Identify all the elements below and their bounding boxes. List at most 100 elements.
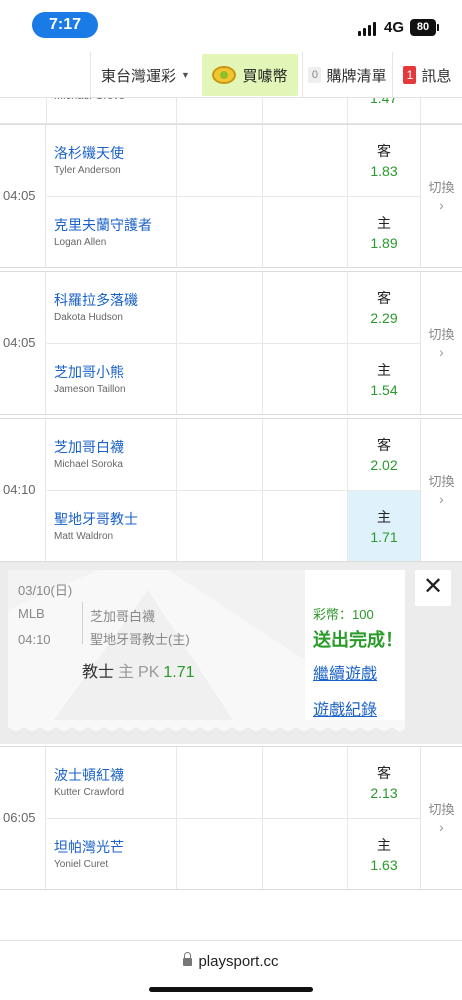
game-card: 04:05 科羅拉多落磯 Dakota Hudson 客 2.29 芝加哥小熊 … [0, 271, 462, 415]
continue-game-link[interactable]: 繼續遊戲 [313, 660, 377, 684]
buy-coins-button[interactable]: 買噱幣 [202, 54, 298, 96]
odds-side: 主 [377, 837, 391, 853]
pick-team: 教士 [82, 664, 115, 681]
caret-down-icon: ▼ [181, 70, 190, 80]
team-row-home: 坦帕灣光芒 Yoniel Curet 主 1.63 [47, 818, 420, 889]
previous-game-row: Michael Grove 1.47 [0, 90, 462, 124]
pitcher-name: Tyler Anderson [54, 165, 121, 176]
team-name[interactable]: 芝加哥小熊 [54, 362, 124, 382]
chevron-right-icon: › [439, 344, 444, 360]
odds-button[interactable]: 客 2.13 [348, 747, 420, 818]
odds-value: 2.29 [370, 310, 398, 326]
url-display[interactable]: playsport.cc [0, 952, 462, 970]
url-text: playsport.cc [198, 953, 279, 970]
pitcher-name: Logan Allen [54, 237, 107, 248]
odds-side: 客 [377, 437, 391, 453]
odds-side: 主 [377, 509, 391, 525]
odds-value: 1.83 [370, 163, 398, 179]
cart-count-badge: 0 [308, 67, 322, 83]
team-name[interactable]: 克里夫蘭守護者 [54, 215, 152, 235]
pick-type: PK [138, 664, 160, 681]
odds-button[interactable]: 客 2.29 [348, 272, 420, 343]
switch-button[interactable]: 切換 › [420, 272, 462, 414]
games-list[interactable]: Michael Grove 1.47 04:05 洛杉磯天使 Tyler And… [0, 52, 462, 942]
chevron-right-icon: › [439, 819, 444, 835]
messages-button[interactable]: 1 訊息 [392, 52, 462, 98]
switch-label: 切換 [428, 180, 455, 195]
odds-button[interactable]: 主 1.54 [348, 344, 420, 414]
chevron-right-icon: › [439, 197, 444, 213]
bet-league: MLB [18, 606, 45, 621]
odds-value: 1.71 [370, 529, 398, 545]
switch-label: 切換 [428, 327, 455, 342]
odds-value: 2.13 [370, 785, 398, 801]
team-name[interactable]: 坦帕灣光芒 [54, 837, 124, 857]
home-indicator[interactable] [149, 987, 313, 992]
switch-label: 切換 [428, 474, 455, 489]
odds-side: 客 [377, 765, 391, 781]
team-row-home: 聖地牙哥教士 Matt Waldron 主 1.71 [47, 490, 420, 561]
pitcher-name: Yoniel Curet [54, 859, 109, 870]
pitcher-name: Dakota Hudson [54, 312, 123, 323]
coin-icon [212, 66, 237, 84]
pitcher-name: Michael Soroka [54, 459, 123, 470]
game-time-cell: 06:05 [0, 747, 46, 889]
odds-side: 主 [377, 215, 391, 231]
team-row-away: 科羅拉多落磯 Dakota Hudson 客 2.29 [47, 272, 420, 343]
game-history-link[interactable]: 遊戲紀錄 [313, 696, 377, 720]
game-time: 04:05 [3, 335, 36, 350]
switch-label: 切換 [428, 802, 455, 817]
team-name[interactable]: 洛杉磯天使 [54, 143, 124, 163]
region-dropdown[interactable]: 東台灣運彩 ▼ [90, 52, 200, 98]
game-time-cell: 04:05 [0, 125, 46, 267]
odds-button[interactable]: 客 1.83 [348, 125, 420, 196]
bet-time: 04:10 [18, 632, 51, 647]
team-row-home: 克里夫蘭守護者 Logan Allen 主 1.89 [47, 196, 420, 267]
team-name[interactable]: 波士頓紅襪 [54, 765, 124, 785]
game-time: 04:05 [3, 188, 36, 203]
odds-button[interactable]: 客 2.02 [348, 419, 420, 490]
switch-button[interactable]: 切換 › [420, 419, 462, 561]
ticket-torn-edge [8, 720, 405, 732]
odds-button[interactable]: 主 1.89 [348, 197, 420, 267]
team-row-away: 芝加哥白襪 Michael Soroka 客 2.02 [47, 419, 420, 490]
game-time: 06:05 [3, 810, 36, 825]
odds-value: 1.63 [370, 857, 398, 873]
game-time-cell: 04:10 [0, 419, 46, 561]
odds-value: 1.89 [370, 235, 398, 251]
bet-away-team: 芝加哥白襪 [90, 609, 156, 624]
odds-value: 1.54 [370, 382, 398, 398]
odds-button[interactable]: 主 1.63 [348, 819, 420, 889]
odds-button-selected[interactable]: 主 1.71 [348, 491, 420, 561]
signal-icon [358, 22, 378, 36]
team-row-home: 芝加哥小熊 Jameson Taillon 主 1.54 [47, 343, 420, 414]
status-time: 7:17 [32, 12, 98, 38]
pitcher-name: Kutter Crawford [54, 787, 125, 798]
switch-button[interactable]: 切換 › [420, 125, 462, 267]
status-bar: 7:17 4G 80 [0, 0, 462, 52]
bet-confirmation-panel: 03/10(日) MLB 04:10 芝加哥白襪 聖地牙哥教士(主) 教士主 PK… [0, 562, 462, 744]
game-card: 04:05 洛杉磯天使 Tyler Anderson 客 1.83 克里夫蘭守護… [0, 124, 462, 268]
submit-status: 送出完成！ [313, 630, 403, 650]
region-label: 東台灣運彩 [101, 67, 177, 85]
browser-url-bar[interactable]: playsport.cc [0, 940, 462, 1000]
chevron-right-icon: › [439, 491, 444, 507]
messages-count-badge: 1 [403, 66, 417, 84]
team-name[interactable]: 科羅拉多落磯 [54, 290, 138, 310]
game-card: 04:10 芝加哥白襪 Michael Soroka 客 2.02 聖地牙哥教士… [0, 418, 462, 562]
switch-button[interactable]: 切換 › [420, 747, 462, 889]
game-time-cell: 04:05 [0, 272, 46, 414]
buy-coins-label: 買噱幣 [242, 67, 288, 85]
odds-value: 2.02 [370, 457, 398, 473]
odds-side: 客 [377, 290, 391, 306]
bet-pick: 教士主 PK 1.71 [82, 658, 195, 682]
bet-home-team: 聖地牙哥教士(主) [90, 632, 190, 647]
bet-date: 03/10(日) [18, 583, 73, 598]
top-nav: 東台灣運彩 ▼ 買噱幣 0 購牌清單 1 訊息 [0, 52, 462, 98]
close-icon[interactable]: ✕ [415, 570, 451, 606]
team-name[interactable]: 聖地牙哥教士 [54, 509, 138, 529]
cart-label: 購牌清單 [326, 67, 387, 85]
game-card: 06:05 波士頓紅襪 Kutter Crawford 客 2.13 坦帕灣光芒… [0, 746, 462, 890]
team-name[interactable]: 芝加哥白襪 [54, 437, 124, 457]
cart-button[interactable]: 0 購牌清單 [302, 52, 392, 98]
